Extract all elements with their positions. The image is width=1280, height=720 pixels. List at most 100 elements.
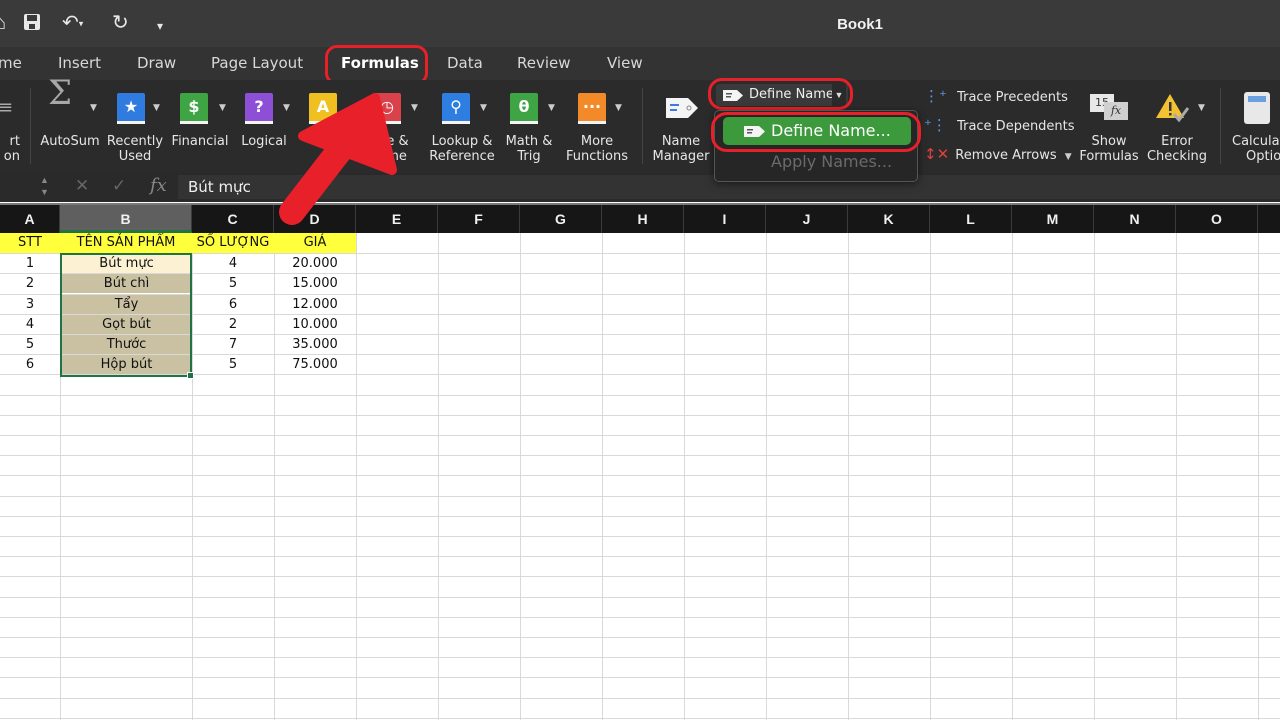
column-header-a[interactable]: A xyxy=(0,205,60,233)
math-dropdown-icon[interactable]: ▼ xyxy=(548,101,555,116)
table-cell[interactable]: 1 xyxy=(0,254,60,273)
tab-data[interactable]: Data xyxy=(447,54,483,72)
define-name-button[interactable]: Define Name ▼ xyxy=(716,84,848,106)
table-cell[interactable]: 6 xyxy=(0,355,60,374)
table-header-cell[interactable]: TÊN SẢN PHẨM xyxy=(60,233,192,253)
warning-icon xyxy=(1156,94,1190,123)
recently-used-button[interactable]: ★ ▼ Recently Used xyxy=(104,80,166,172)
tab-formulas[interactable]: Formulas xyxy=(341,54,419,72)
define-name-dropdown-icon[interactable]: ▼ xyxy=(832,84,846,106)
ribbon-separator xyxy=(30,88,31,164)
trace-dependents-button[interactable]: ⁺⋮ Trace Dependents xyxy=(924,116,1075,134)
worksheet-grid[interactable]: STT TÊN SẢN PHẨM SỐ LƯỢNG GIÁ 1 Bút mực 4 20.00… xyxy=(0,233,1280,720)
financial-dropdown-icon[interactable]: ▼ xyxy=(219,101,226,116)
table-cell[interactable]: Bút mực xyxy=(61,254,192,273)
column-header-h[interactable]: H xyxy=(602,205,684,233)
table-cell[interactable]: Gọt bút xyxy=(61,315,192,334)
table-cell[interactable]: 7 xyxy=(192,335,274,354)
math-trig-button[interactable]: θ ▼ Math & Trig xyxy=(500,80,558,172)
tab-draw[interactable]: Draw xyxy=(137,54,176,72)
show-formulas-button[interactable]: 15 fx Show Formulas xyxy=(1076,80,1142,172)
table-cell[interactable]: Hộp bút xyxy=(61,355,192,374)
more-functions-button[interactable]: ··· ▼ More Functions xyxy=(562,80,632,172)
table-cell[interactable]: 75.000 xyxy=(274,355,356,374)
table-cell[interactable]: 35.000 xyxy=(274,335,356,354)
lookup-reference-button[interactable]: ⚲ ▼ Lookup & Reference xyxy=(427,80,497,172)
table-cell[interactable]: 20.000 xyxy=(274,254,356,273)
recently-used-dropdown-icon[interactable]: ▼ xyxy=(153,101,160,116)
table-cell[interactable]: 10.000 xyxy=(274,315,356,334)
remove-arrows-dropdown-icon[interactable]: ▼ xyxy=(1065,152,1072,162)
tab-view[interactable]: View xyxy=(607,54,643,72)
tab-review[interactable]: Review xyxy=(517,54,571,72)
financial-button[interactable]: $ ▼ Financial xyxy=(169,80,231,172)
column-gridline xyxy=(356,233,357,720)
table-header-cell[interactable]: STT xyxy=(0,233,60,253)
insert-function-button[interactable]: ≡ rt on xyxy=(0,80,20,172)
fill-handle[interactable] xyxy=(187,372,194,379)
error-checking-button[interactable]: ▼ Error Checking xyxy=(1144,80,1210,172)
table-cell[interactable]: 6 xyxy=(192,295,274,314)
column-header-k[interactable]: K xyxy=(848,205,930,233)
column-gridline xyxy=(1012,233,1013,720)
table-cell[interactable]: 5 xyxy=(0,335,60,354)
ribbon: ≡ rt on Σ ▼ AutoSum ★ ▼ Recently Used $ ▼ … xyxy=(0,76,1280,172)
table-cell[interactable]: Thước xyxy=(61,335,192,354)
table-header-cell[interactable]: GIÁ xyxy=(274,233,356,253)
column-header-c[interactable]: C xyxy=(192,205,274,233)
ribbon-separator xyxy=(642,88,643,164)
column-header-o[interactable]: O xyxy=(1176,205,1258,233)
lookup-dropdown-icon[interactable]: ▼ xyxy=(480,101,487,116)
text-button[interactable]: A Te xyxy=(300,80,350,172)
column-header-i[interactable]: I xyxy=(684,205,766,233)
name-box-stepper-icon[interactable]: ▲ ▼ xyxy=(40,174,49,198)
autosum-dropdown-icon[interactable]: ▼ xyxy=(90,101,97,116)
trace-precedents-button[interactable]: ⋮⁺ Trace Precedents xyxy=(924,87,1068,105)
insert-function-fx-icon[interactable]: fx xyxy=(150,175,167,196)
table-cell[interactable]: Bút chì xyxy=(61,274,192,293)
name-manager-button[interactable]: Name Manager xyxy=(648,80,714,172)
table-cell[interactable]: 15.000 xyxy=(274,274,356,293)
formula-bar: ▲ ▼ ✕ ✓ fx Bút mực xyxy=(0,172,1280,202)
date-time-button[interactable]: ◷ ▼ ate & Time xyxy=(360,80,422,172)
logical-button[interactable]: ? ▼ Logical xyxy=(234,80,294,172)
logical-dropdown-icon[interactable]: ▼ xyxy=(283,101,290,116)
table-cell[interactable]: 5 xyxy=(192,355,274,374)
column-header-e[interactable]: E xyxy=(356,205,438,233)
table-cell[interactable]: 2 xyxy=(0,274,60,293)
ribbon-tabs: me Insert Draw Page Layout Formulas Data… xyxy=(0,47,1280,80)
calculator-icon xyxy=(1244,92,1270,124)
tab-home[interactable]: me xyxy=(0,54,22,72)
calculation-options-button[interactable]: CalculatOption xyxy=(1228,80,1280,172)
column-header-d[interactable]: D xyxy=(274,205,356,233)
table-cell[interactable]: 12.000 xyxy=(274,295,356,314)
tab-page-layout[interactable]: Page Layout xyxy=(211,54,303,72)
table-cell[interactable]: Tẩy xyxy=(61,295,192,314)
column-gridline xyxy=(438,233,439,720)
show-formulas-icon: 15 fx xyxy=(1090,94,1128,120)
column-header-m[interactable]: M xyxy=(1012,205,1094,233)
column-headers: ABCDEFGHIJKLMNO xyxy=(0,203,1280,233)
table-cell[interactable]: 2 xyxy=(192,315,274,334)
column-header-j[interactable]: J xyxy=(766,205,848,233)
column-header-l[interactable]: L xyxy=(930,205,1012,233)
table-cell[interactable]: 4 xyxy=(0,315,60,334)
column-header-g[interactable]: G xyxy=(520,205,602,233)
autosum-button[interactable]: Σ ▼ AutoSum xyxy=(38,76,102,172)
cancel-icon[interactable]: ✕ xyxy=(75,176,89,196)
name-tag-icon xyxy=(744,126,765,137)
table-cell[interactable]: 3 xyxy=(0,295,60,314)
remove-arrows-button[interactable]: ↕✕ Remove Arrows ▼ xyxy=(924,145,1072,163)
menu-item-define-name[interactable]: Define Name... xyxy=(723,117,911,145)
date-time-dropdown-icon[interactable]: ▼ xyxy=(411,101,418,116)
table-cell[interactable]: 4 xyxy=(192,254,274,273)
table-cell[interactable]: 5 xyxy=(192,274,274,293)
column-header-f[interactable]: F xyxy=(438,205,520,233)
column-header-b[interactable]: B xyxy=(60,205,192,233)
table-header-cell[interactable]: SỐ LƯỢNG xyxy=(192,233,274,253)
error-checking-dropdown-icon[interactable]: ▼ xyxy=(1198,101,1205,116)
more-dropdown-icon[interactable]: ▼ xyxy=(615,101,622,116)
confirm-icon[interactable]: ✓ xyxy=(112,176,126,196)
tab-insert[interactable]: Insert xyxy=(58,54,101,72)
column-header-n[interactable]: N xyxy=(1094,205,1176,233)
